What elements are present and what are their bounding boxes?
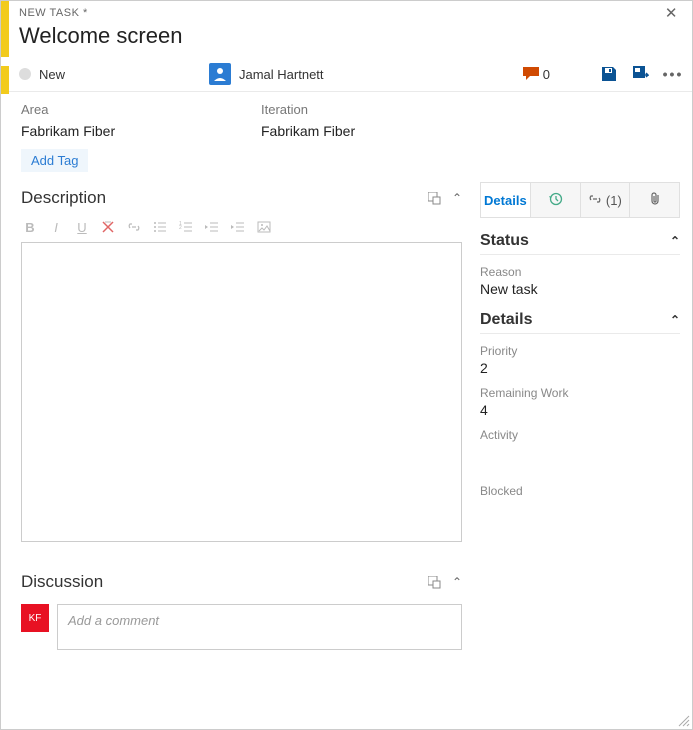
comment-count-value: 0	[543, 67, 550, 82]
clear-format-button[interactable]	[99, 218, 117, 236]
resize-grip-icon[interactable]	[676, 713, 690, 727]
bold-button[interactable]: B	[21, 218, 39, 236]
collapse-description-icon[interactable]: ⌃	[452, 191, 462, 205]
iteration-value[interactable]: Fabrikam Fiber	[261, 123, 461, 139]
priority-value[interactable]: 2	[480, 360, 680, 376]
status-section-header[interactable]: Status ⌃	[480, 232, 680, 255]
tab-links[interactable]: (1)	[581, 183, 631, 217]
work-item-type-label: NEW TASK *	[19, 7, 88, 19]
add-comment-input[interactable]: Add a comment	[57, 604, 462, 650]
tab-history[interactable]	[531, 183, 581, 217]
add-tag-button[interactable]: Add Tag	[21, 149, 88, 172]
assignee-name: Jamal Hartnett	[239, 67, 324, 82]
tab-details[interactable]: Details	[481, 183, 531, 217]
links-icon	[588, 192, 602, 209]
assignee-field[interactable]: Jamal Hartnett	[209, 63, 366, 85]
activity-value[interactable]	[480, 444, 680, 460]
outdent-button[interactable]	[203, 218, 221, 236]
history-icon	[548, 191, 563, 209]
description-editor[interactable]	[21, 242, 462, 542]
save-copy-button[interactable]	[632, 65, 650, 83]
collapse-details-icon[interactable]: ⌃	[670, 313, 680, 327]
state-field[interactable]: New	[19, 67, 209, 82]
current-user-avatar-icon: KF	[21, 604, 49, 632]
svg-text:2: 2	[179, 225, 182, 231]
attachment-icon	[649, 191, 661, 209]
collapse-status-icon[interactable]: ⌃	[670, 234, 680, 248]
state-label: New	[39, 67, 65, 82]
iteration-label: Iteration	[261, 102, 461, 117]
save-button[interactable]	[600, 65, 618, 83]
description-header: Description ⌃	[21, 182, 462, 214]
maximize-description-icon[interactable]	[427, 191, 442, 206]
assignee-avatar-icon	[209, 63, 231, 85]
classification-row: Area Fabrikam Fiber Iteration Fabrikam F…	[1, 92, 692, 143]
close-button[interactable]: ✕	[661, 4, 682, 22]
area-value[interactable]: Fabrikam Fiber	[21, 123, 221, 139]
remaining-work-label: Remaining Work	[480, 386, 680, 400]
reason-value[interactable]: New task	[480, 281, 680, 297]
status-title: Status	[480, 232, 529, 250]
description-title: Description	[21, 188, 106, 208]
accent-bar-top	[1, 1, 9, 57]
rich-text-toolbar: B I U 12	[21, 214, 462, 242]
discussion-title: Discussion	[21, 572, 103, 592]
tab-details-label: Details	[484, 193, 527, 208]
details-section-header[interactable]: Details ⌃	[480, 311, 680, 334]
italic-button[interactable]: I	[47, 218, 65, 236]
links-count: (1)	[606, 193, 622, 208]
more-actions-button[interactable]: •••	[664, 65, 682, 83]
right-pane-tabs: Details (1)	[480, 182, 680, 218]
indent-button[interactable]	[229, 218, 247, 236]
details-title: Details	[480, 311, 532, 329]
underline-button[interactable]: U	[73, 218, 91, 236]
remaining-work-value[interactable]: 4	[480, 402, 680, 418]
collapse-discussion-icon[interactable]: ⌃	[452, 575, 462, 589]
image-button[interactable]	[255, 218, 273, 236]
maximize-discussion-icon[interactable]	[427, 575, 442, 590]
area-label: Area	[21, 102, 221, 117]
priority-label: Priority	[480, 344, 680, 358]
state-dot-icon	[19, 68, 31, 80]
accent-bar-state	[1, 66, 9, 94]
discussion-header: Discussion ⌃	[21, 566, 462, 598]
activity-label: Activity	[480, 428, 680, 442]
work-item-title[interactable]: Welcome screen	[19, 21, 682, 57]
number-list-button[interactable]: 12	[177, 218, 195, 236]
link-button[interactable]	[125, 218, 143, 236]
info-row: New Jamal Hartnett 0 •••	[1, 57, 692, 92]
comment-count[interactable]: 0	[523, 67, 550, 82]
reason-label: Reason	[480, 265, 680, 279]
dialog-header: NEW TASK * ✕ Welcome screen	[1, 1, 692, 57]
tab-attachments[interactable]	[630, 183, 679, 217]
comment-icon	[523, 67, 539, 81]
bullet-list-button[interactable]	[151, 218, 169, 236]
blocked-label: Blocked	[480, 484, 680, 498]
